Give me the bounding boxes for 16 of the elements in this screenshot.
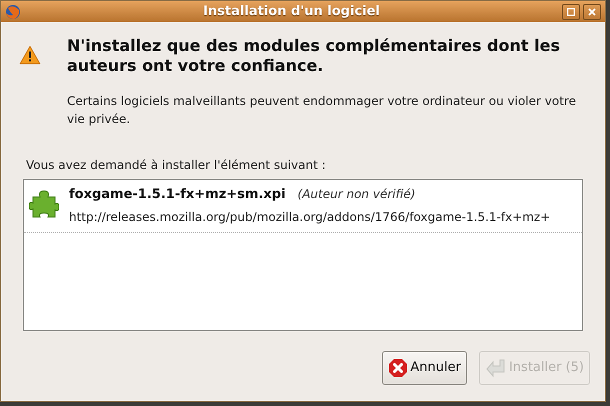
addon-name: foxgame-1.5.1-fx+mz+sm.xpi: [69, 186, 286, 204]
addon-url: http://releases.mozilla.org/pub/mozilla.org/addons/1766/foxgame-1.5.1-fx+mz+: [69, 208, 550, 226]
close-icon: [388, 358, 408, 378]
author-note: (Auteur non vérifié): [298, 186, 416, 203]
list-label: Vous avez demandé à installer l'élément suivant :: [26, 157, 327, 174]
close-icon: [588, 8, 596, 16]
close-button[interactable]: [583, 4, 601, 20]
cancel-button[interactable]: Annuler: [382, 351, 467, 385]
puzzle-piece-icon: [29, 189, 59, 219]
return-arrow-icon: [484, 358, 507, 378]
maximize-icon: [567, 8, 575, 16]
window-title: Installation d'un logiciel: [202, 2, 381, 21]
warning-heading: N'installez que des modules complémentaires dont les auteurs ont votre confiance.: [67, 36, 561, 76]
warning-message: Certains logiciels malveillants peuvent endommager votre ordinateur ou violer votre vie privée.: [67, 93, 577, 128]
app-logo-icon: [5, 4, 21, 20]
maximize-button[interactable]: [562, 4, 580, 20]
